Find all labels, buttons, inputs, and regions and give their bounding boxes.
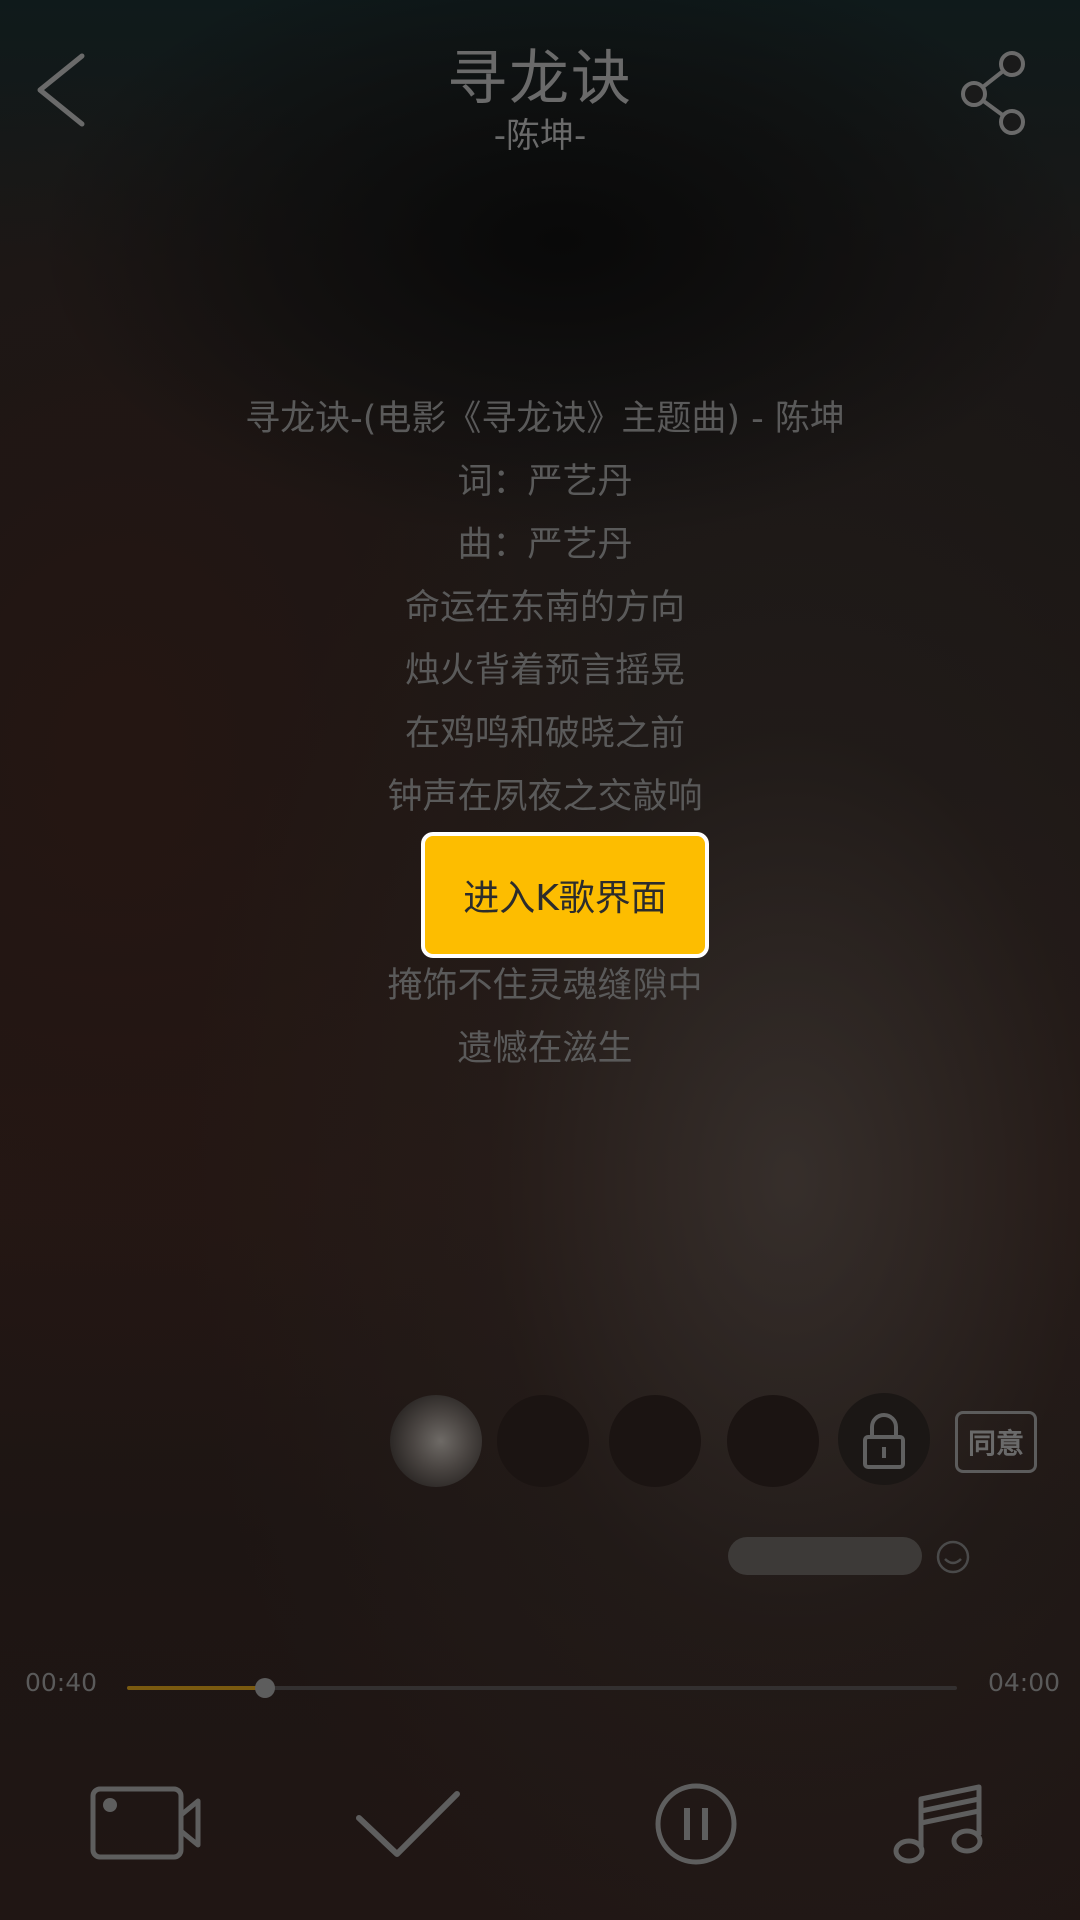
avatar[interactable] [497, 1395, 589, 1487]
progress-bar[interactable] [127, 1678, 957, 1698]
lyric-line: 寻龙诀-(电影《寻龙诀》主题曲) - 陈坤 [245, 399, 845, 439]
music-library-button[interactable] [893, 1783, 983, 1865]
song-title: 寻龙诀 [447, 44, 633, 114]
avatar[interactable] [390, 1395, 482, 1487]
avatar[interactable] [727, 1395, 819, 1487]
video-camera-icon [90, 1786, 201, 1860]
lyrics-list: 寻龙诀-(电影《寻龙诀》主题曲) - 陈坤 词：严艺丹 曲：严艺丹 命运在东南的… [0, 388, 1080, 1081]
pause-button[interactable] [655, 1783, 737, 1865]
share-icon [961, 51, 1025, 135]
lyric-line: 烛火背着预言摇晃 [404, 651, 685, 691]
emoji-button[interactable] [935, 1539, 971, 1575]
lyric-line: 遗憾在滋生 [457, 1029, 633, 1069]
pause-icon [655, 1783, 737, 1865]
avatar[interactable] [609, 1395, 701, 1487]
agree-badge[interactable]: 同意 [955, 1411, 1037, 1473]
lyric-line: 命运在东南的方向 [404, 588, 685, 628]
share-button[interactable] [958, 48, 1030, 138]
lyric-line: 词：严艺丹 [457, 462, 633, 502]
locked-slot[interactable] [838, 1393, 930, 1485]
progress-fill [127, 1686, 266, 1690]
smiley-icon [936, 1540, 970, 1574]
video-button[interactable] [90, 1785, 202, 1861]
comment-input[interactable] [728, 1537, 922, 1575]
lyric-line: 在鸡鸣和破晓之前 [404, 714, 685, 754]
check-button[interactable] [355, 1788, 461, 1860]
progress-handle[interactable] [255, 1678, 276, 1698]
player-screen: 寻龙诀 -陈坤- 寻龙诀-(电影《寻龙诀》主题曲) - 陈坤 词：严艺丹 曲：严… [0, 0, 1080, 1920]
lyric-line: 钟声在夙夜之交敲响 [387, 777, 703, 817]
enter-karaoke-button[interactable]: 进入K歌界面 [421, 832, 709, 958]
total-time: 04:00 [988, 1668, 1061, 1697]
checkmark-icon [356, 1791, 460, 1857]
lyric-line: 掩饰不住灵魂缝隙中 [387, 966, 703, 1006]
music-note-icon [893, 1784, 983, 1864]
lyric-line: 曲：严艺丹 [457, 525, 633, 565]
lock-icon [863, 1413, 905, 1469]
artist-name: -陈坤- [493, 116, 587, 156]
current-time: 00:40 [25, 1668, 98, 1697]
